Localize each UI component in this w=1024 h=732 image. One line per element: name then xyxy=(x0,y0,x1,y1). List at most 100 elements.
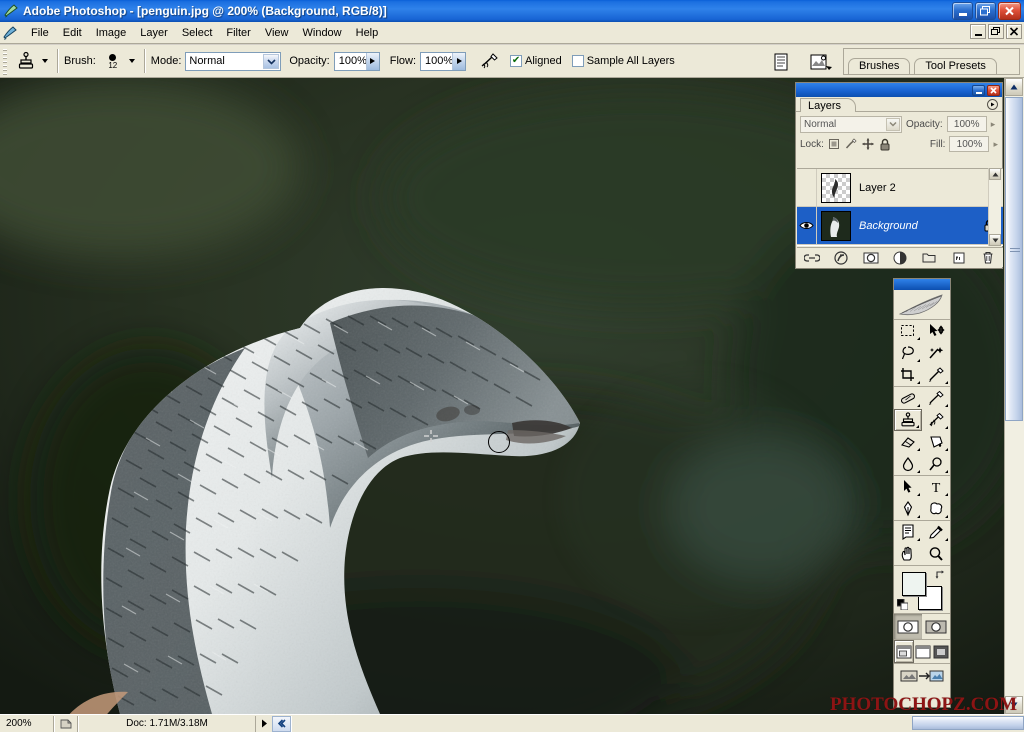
standard-mode-icon[interactable] xyxy=(894,614,922,639)
options-bar-grip[interactable] xyxy=(1,47,10,75)
lasso-tool[interactable] xyxy=(894,342,922,364)
layer-row-layer-2[interactable]: Layer 2 xyxy=(797,169,1003,207)
scroll-up-button[interactable] xyxy=(1005,78,1023,96)
airbrush-icon[interactable] xyxy=(478,49,504,73)
layer-row-background[interactable]: Background xyxy=(797,206,1003,245)
layer-fill-input[interactable]: 100% xyxy=(949,136,990,152)
default-colors-icon[interactable] xyxy=(897,599,908,610)
menu-help[interactable]: Help xyxy=(349,25,386,41)
scroll-thumb-horizontal[interactable] xyxy=(912,715,1024,730)
layer-blend-mode-select[interactable]: Normal xyxy=(800,115,902,133)
menu-select[interactable]: Select xyxy=(175,25,220,41)
opacity-slider-arrow[interactable] xyxy=(365,52,379,70)
menu-edit[interactable]: Edit xyxy=(56,25,89,41)
layers-close-button[interactable] xyxy=(987,84,1000,96)
layers-list-scrollbar[interactable] xyxy=(988,168,1001,246)
dodge-tool[interactable] xyxy=(922,453,950,475)
minimize-button[interactable] xyxy=(952,2,973,20)
brush-tool[interactable] xyxy=(922,387,950,409)
menu-file[interactable]: File xyxy=(24,25,56,41)
layer-thumbnail-layer-2[interactable] xyxy=(821,172,851,203)
layers-palette-titlebar[interactable] xyxy=(796,83,1002,97)
menu-window[interactable]: Window xyxy=(296,25,349,41)
close-button[interactable] xyxy=(998,2,1021,20)
delete-layer-icon[interactable] xyxy=(978,249,998,266)
lock-image-icon[interactable] xyxy=(845,138,857,150)
marquee-tool[interactable] xyxy=(894,320,922,342)
lock-position-icon[interactable] xyxy=(862,138,874,150)
sample-all-layers-checkbox[interactable] xyxy=(571,55,584,67)
history-brush-tool[interactable] xyxy=(922,409,950,431)
status-more-arrow[interactable] xyxy=(256,716,272,732)
well-tab-tool-presets[interactable]: Tool Presets xyxy=(914,58,997,74)
blur-tool[interactable] xyxy=(894,453,922,475)
clone-stamp-icon[interactable] xyxy=(13,49,39,73)
file-browser-icon[interactable] xyxy=(772,53,792,73)
eyedropper-tool[interactable] xyxy=(922,521,950,543)
eraser-tool[interactable] xyxy=(894,431,922,453)
layers-scroll-up-button[interactable] xyxy=(989,168,1001,180)
palette-well-icon[interactable] xyxy=(810,52,834,76)
layer-opacity-arrow[interactable]: ▸ xyxy=(991,119,996,130)
hand-tool[interactable] xyxy=(894,543,922,565)
horizontal-scroll-track[interactable] xyxy=(291,715,1024,732)
clone-stamp-tool[interactable] xyxy=(894,409,922,431)
tab-layers[interactable]: Layers xyxy=(800,98,857,112)
layer-opacity-input[interactable]: 100% xyxy=(946,116,987,132)
menu-layer[interactable]: Layer xyxy=(133,25,175,41)
lock-all-icon[interactable] xyxy=(879,138,891,151)
palette-menu-icon[interactable] xyxy=(987,99,998,110)
layer-fill-arrow[interactable]: ▸ xyxy=(993,139,998,150)
layers-scroll-down-button[interactable] xyxy=(989,234,1001,246)
swap-colors-icon[interactable] xyxy=(935,569,946,580)
lock-transparency-icon[interactable] xyxy=(828,138,840,150)
flow-input[interactable]: 100% xyxy=(420,51,467,71)
tool-preset-dropdown[interactable] xyxy=(39,50,51,72)
quick-mask-mode-icon[interactable] xyxy=(922,614,950,639)
canvas-vertical-scrollbar[interactable] xyxy=(1004,78,1024,714)
brush-preview[interactable]: 12 xyxy=(100,48,126,74)
link-layers-icon[interactable] xyxy=(802,249,822,266)
maximize-restore-button[interactable] xyxy=(975,2,996,20)
doc-close-button[interactable] xyxy=(1006,24,1022,39)
notes-tool[interactable] xyxy=(894,521,922,543)
layer-thumbnail-background[interactable] xyxy=(821,210,851,241)
foreground-color-swatch[interactable] xyxy=(902,572,926,596)
slice-tool[interactable] xyxy=(922,364,950,386)
doc-restore-button[interactable] xyxy=(988,24,1004,39)
new-layer-icon[interactable] xyxy=(949,249,969,266)
menu-filter[interactable]: Filter xyxy=(219,25,257,41)
brush-picker-dropdown[interactable] xyxy=(126,50,138,72)
new-group-icon[interactable] xyxy=(919,249,939,266)
type-tool[interactable]: T xyxy=(922,476,950,498)
crop-tool[interactable] xyxy=(894,364,922,386)
jump-to-imageready-icon[interactable] xyxy=(894,664,950,688)
move-tool[interactable] xyxy=(922,320,950,342)
layer-visibility-toggle-background[interactable] xyxy=(797,206,817,245)
toolbox-titlebar[interactable] xyxy=(894,279,950,290)
adjustment-layer-icon[interactable] xyxy=(890,249,910,266)
opacity-input[interactable]: 100% xyxy=(333,51,380,71)
path-selection-tool[interactable] xyxy=(894,476,922,498)
aligned-checkbox[interactable] xyxy=(510,55,523,67)
flow-slider-arrow[interactable] xyxy=(452,52,466,70)
layers-minimize-button[interactable] xyxy=(972,84,985,96)
well-tab-brushes[interactable]: Brushes xyxy=(848,58,911,74)
zoom-level-input[interactable]: 200% xyxy=(2,715,54,732)
doc-minimize-button[interactable] xyxy=(970,24,986,39)
magic-wand-tool[interactable] xyxy=(922,342,950,364)
healing-brush-tool[interactable] xyxy=(894,387,922,409)
standard-screen-mode-icon[interactable] xyxy=(894,640,914,663)
zoom-tool[interactable] xyxy=(922,543,950,565)
menu-view[interactable]: View xyxy=(258,25,296,41)
full-screen-icon[interactable] xyxy=(932,640,950,663)
shape-tool[interactable] xyxy=(922,498,950,520)
layer-mask-icon[interactable] xyxy=(861,249,881,266)
gradient-tool[interactable] xyxy=(922,431,950,453)
blend-mode-select[interactable]: Normal xyxy=(185,51,282,71)
pen-tool[interactable] xyxy=(894,498,922,520)
menu-image[interactable]: Image xyxy=(89,25,134,41)
scroll-thumb-vertical[interactable] xyxy=(1005,97,1023,421)
layer-style-icon[interactable] xyxy=(831,249,851,266)
preview-thumbnail-icon[interactable] xyxy=(54,715,78,732)
